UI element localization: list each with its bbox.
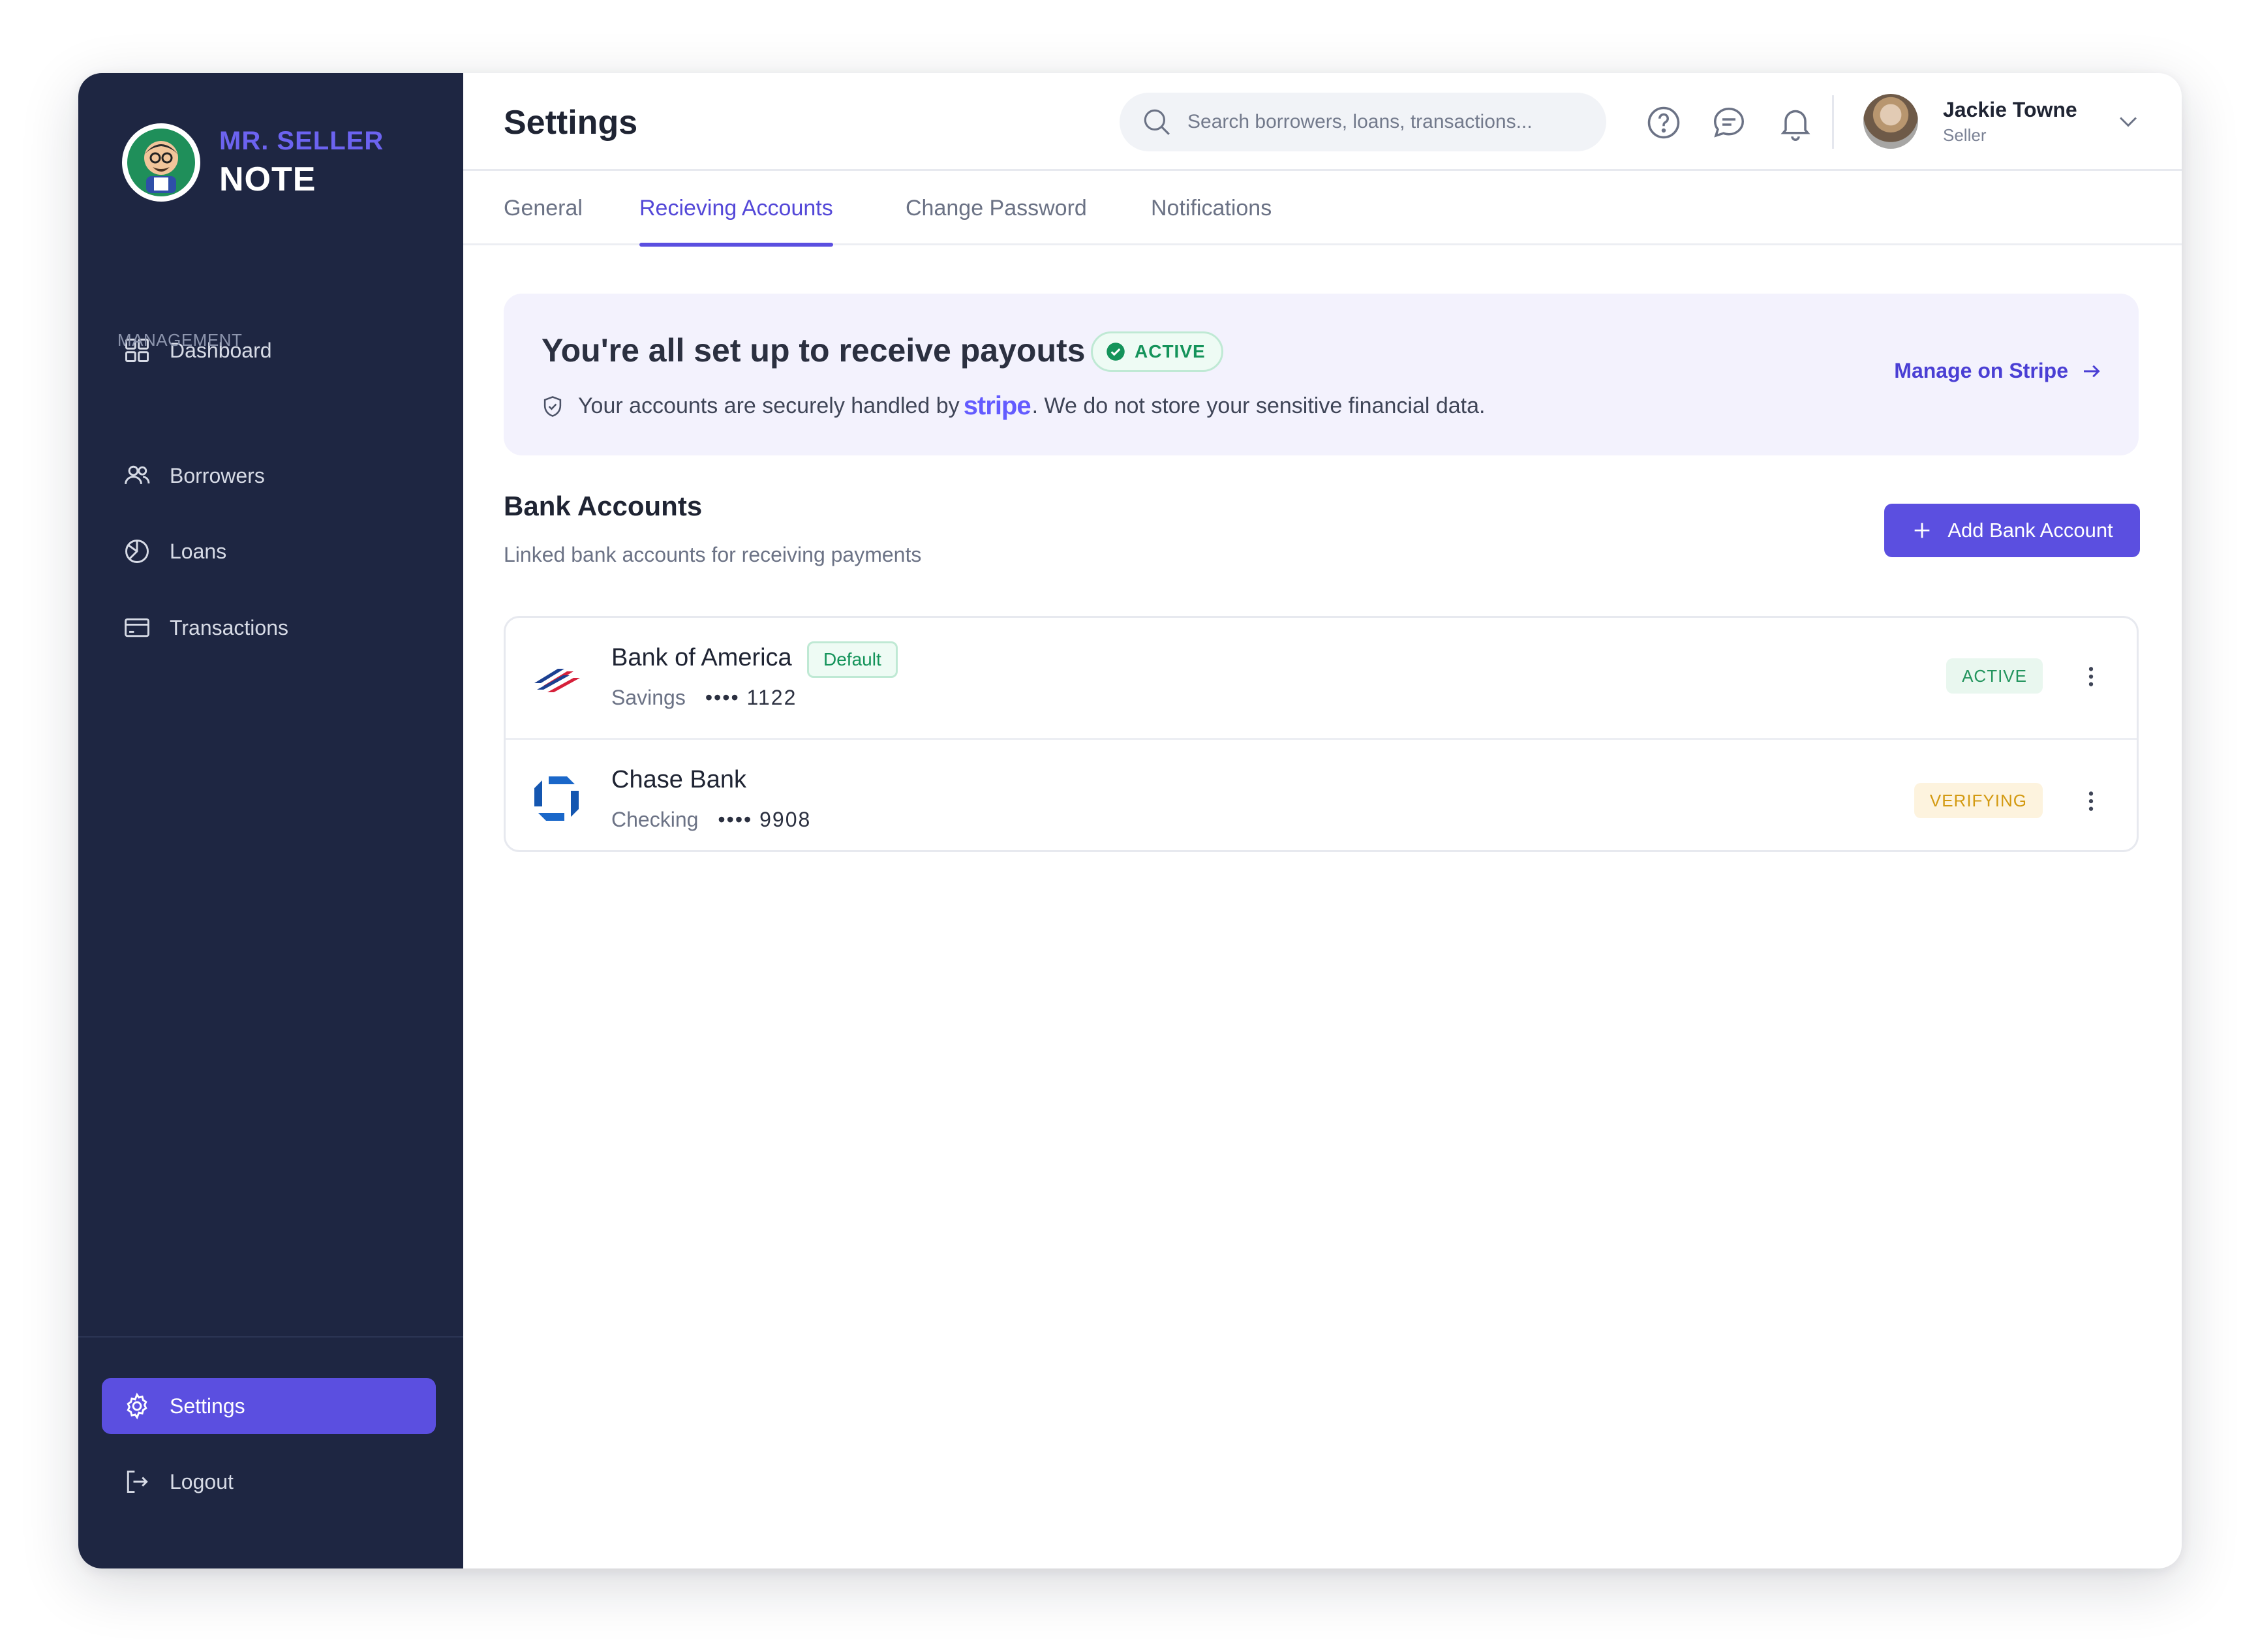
pie-chart-icon — [125, 540, 149, 563]
more-options-icon[interactable] — [2078, 788, 2104, 814]
tab-general[interactable]: General — [504, 171, 583, 245]
gear-icon — [127, 1392, 147, 1420]
bank-accounts-subtitle: Linked bank accounts for receiving payme… — [504, 543, 922, 566]
user-role: Seller — [1943, 125, 1987, 145]
bank-accounts-title: Bank Accounts — [504, 491, 703, 521]
main-content: Settings Jackie Towne Seller — [463, 73, 2182, 1568]
sidebar-item-label: Borrowers — [170, 463, 265, 487]
bank-of-america-logo — [534, 669, 580, 692]
users-icon — [125, 465, 150, 484]
search-input[interactable] — [1187, 111, 1579, 133]
sidebar: MR. SELLER NOTE Dashboard MANAGEMENT Bor… — [78, 73, 463, 1568]
brand[interactable]: MR. SELLER NOTE — [120, 121, 384, 204]
status-badge: ACTIVE — [1091, 331, 1223, 372]
add-bank-account-button[interactable]: Add Bank Account — [1884, 504, 2140, 557]
bank-name: Chase Bank — [611, 766, 747, 793]
shield-icon — [543, 395, 562, 417]
sidebar-item-label: Loans — [170, 539, 227, 563]
arrow-right-icon — [2084, 365, 2100, 377]
account-number-mask: •••• 9908 — [718, 808, 812, 831]
stripe-logo: stripe — [963, 391, 1031, 420]
sidebar-item-settings[interactable]: Settings — [102, 1378, 436, 1434]
user-name: Jackie Towne — [1943, 98, 2077, 121]
sidebar-item-logout[interactable]: Logout — [102, 1454, 436, 1510]
bank-accounts-list: Bank of America Default Savings •••• 112… — [504, 616, 2139, 852]
default-badge: Default — [807, 641, 898, 678]
chase-logo — [534, 776, 579, 821]
help-icon[interactable] — [1644, 103, 1683, 142]
list-item[interactable]: Bank of America Default Savings •••• 112… — [506, 618, 2137, 738]
list-item[interactable]: Chase Bank Checking •••• 9908 VERIFYING — [506, 738, 2137, 850]
check-circle-icon — [1107, 343, 1125, 361]
banner-title: You're all set up to receive payouts — [542, 332, 1086, 369]
header-divider — [1832, 95, 1834, 149]
sidebar-item-loans[interactable]: Loans — [102, 523, 436, 579]
sidebar-item-label: Logout — [170, 1469, 234, 1493]
tab-change-password[interactable]: Change Password — [906, 171, 1087, 245]
page-title: Settings — [504, 104, 638, 142]
brand-line2: NOTE — [219, 161, 316, 198]
brand-line1: MR. SELLER — [219, 127, 384, 155]
banner-text-after: . We do not store your sensitive financi… — [1031, 393, 1486, 418]
plus-icon — [1914, 523, 1930, 538]
bell-icon[interactable] — [1776, 103, 1815, 142]
sidebar-item-label: Transactions — [170, 615, 288, 639]
add-bank-account-label: Add Bank Account — [1947, 519, 2113, 542]
banner-text-before: Your accounts are securely handled by — [578, 393, 960, 418]
app-window: MR. SELLER NOTE Dashboard MANAGEMENT Bor… — [78, 73, 2182, 1568]
chevron-down-icon[interactable] — [2114, 107, 2143, 136]
status-badge: ACTIVE — [1946, 658, 2043, 694]
account-type: Savings — [611, 686, 686, 709]
more-options-icon[interactable] — [2078, 664, 2104, 690]
bank-name: Bank of America — [611, 644, 792, 671]
brand-logo — [122, 123, 200, 202]
banner-subtext: Your accounts are securely handled by st… — [540, 391, 1485, 421]
status-badge: VERIFYING — [1914, 783, 2043, 818]
sidebar-item-borrowers[interactable]: Borrowers — [102, 448, 436, 504]
settings-tabs: General Recieving Accounts Change Passwo… — [463, 171, 2182, 247]
manage-link-label: Manage on Stripe — [1894, 359, 2068, 382]
sidebar-item-label: Settings — [170, 1394, 245, 1418]
account-meta: Savings •••• 1122 — [611, 686, 797, 710]
search-icon — [1144, 109, 1170, 135]
payout-banner: You're all set up to receive payouts ACT… — [504, 294, 2139, 455]
search-bar[interactable] — [1120, 93, 1606, 151]
tab-notifications[interactable]: Notifications — [1151, 171, 1272, 245]
account-type: Checking — [611, 808, 699, 831]
card-icon — [125, 618, 149, 637]
account-number-mask: •••• 1122 — [705, 686, 797, 709]
sidebar-section-label: MANAGEMENT — [117, 330, 243, 350]
status-badge-label: ACTIVE — [1135, 341, 1206, 361]
top-bar: Settings Jackie Towne Seller — [463, 73, 2182, 171]
manage-on-stripe-link[interactable]: Manage on Stripe — [1894, 359, 2103, 383]
sidebar-divider — [78, 1336, 463, 1338]
logout-icon — [127, 1470, 148, 1493]
tab-receiving-accounts[interactable]: Recieving Accounts — [639, 171, 833, 247]
chat-icon[interactable] — [1709, 103, 1748, 142]
account-meta: Checking •••• 9908 — [611, 808, 811, 832]
sidebar-item-transactions[interactable]: Transactions — [102, 600, 436, 656]
avatar[interactable] — [1863, 94, 1918, 149]
